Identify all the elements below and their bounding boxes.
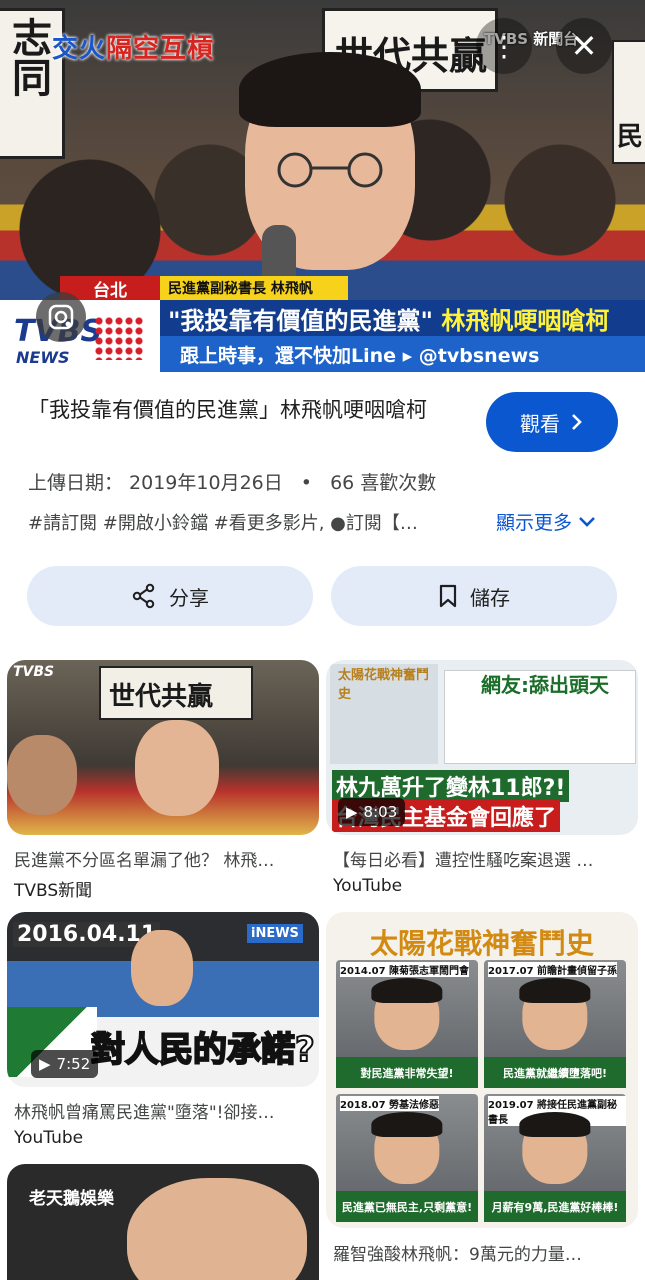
video-player[interactable]: 志同 世代共贏 民 交火隔空互槓 TVBS 新聞台 ⋮ ✕ 台北 民進黨副秘書長… xyxy=(0,0,645,372)
chevron-right-icon xyxy=(572,414,582,430)
protest-sign-right: 民 xyxy=(612,40,645,164)
related-video-title: 民進黨不分區名單漏了他？ 林飛… xyxy=(14,851,275,871)
video-thumbnail[interactable]: 太陽花戰神奮鬥史 2014.07 陳菊張志軍鬧門會 對民進黨非常失望! 2017… xyxy=(326,912,638,1228)
related-video-title: 林飛帆曾痛罵民進黨"墮落"!卻接… xyxy=(14,1103,275,1123)
save-button[interactable]: 儲存 xyxy=(331,566,617,626)
protest-sign: 世代共贏 xyxy=(99,666,253,720)
segment-label: 交火隔空互槓 xyxy=(52,34,215,64)
video-thumbnail[interactable]: 2016.04.11 iNEWS 對人民的承諾? ▶ 7:52 xyxy=(7,912,319,1087)
related-video-card[interactable]: TVBS 世代共贏 民進黨不分區名單漏了他？ 林飛… TVBS新聞 xyxy=(7,660,319,905)
more-options-button[interactable]: ⋮ xyxy=(476,18,532,74)
sign-left-text: 志同 xyxy=(5,17,52,97)
video-title: 「我投靠有價值的民進黨」林飛帆哽咽嗆柯 xyxy=(28,398,427,422)
save-label: 儲存 xyxy=(470,585,510,610)
chevron-down-icon xyxy=(579,516,595,527)
chyron-headline: "我投靠有價值的民進黨" 林飛帆哽咽嗆柯 xyxy=(160,300,645,336)
collage-tile: 2019.07 將接任民進黨副秘書長 月薪有9萬,民進黨好棒棒! xyxy=(484,1094,626,1222)
google-lens-icon[interactable] xyxy=(36,292,86,342)
meta-separator: • xyxy=(300,472,313,494)
video-meta: 上傳日期： 2019年10月26日 • 66 喜歡次數 xyxy=(28,468,436,495)
collage-tile: 2017.07 前瞻計畫偵留子孫 民進黨就繼續墮落吧! xyxy=(484,960,626,1088)
video-description-tags: #請訂閱 #開啟小鈴鐺 #看更多影片, ●訂閱【… xyxy=(28,513,418,534)
bookmark-icon xyxy=(439,584,457,608)
play-icon: ▶ xyxy=(39,1055,51,1073)
related-video-card[interactable]: 老天鵝娛樂 xyxy=(7,1164,319,1280)
related-video-card[interactable]: 太陽花戰神奮鬥史 2014.07 陳菊張志軍鬧門會 對民進黨非常失望! 2017… xyxy=(326,912,638,1280)
tvbs-logo: TVBS xyxy=(13,664,55,680)
close-icon: ✕ xyxy=(570,27,598,65)
play-icon: ▶ xyxy=(346,803,358,821)
close-button[interactable]: ✕ xyxy=(556,18,612,74)
share-button[interactable]: 分享 xyxy=(27,566,313,626)
speaker-face xyxy=(127,1178,307,1280)
related-video-card[interactable]: 2016.04.11 iNEWS 對人民的承諾? ▶ 7:52 林飛帆曾痛罵民進黨… xyxy=(7,912,319,1157)
sign-right-text: 民 xyxy=(617,122,644,152)
collage-label: 太陽花戰神奮鬥史 xyxy=(338,668,430,702)
banner-text: 網友:舔出頭天 xyxy=(481,673,609,697)
upload-date: 上傳日期： 2019年10月26日 xyxy=(28,472,283,494)
video-thumbnail[interactable]: TVBS 世代共贏 xyxy=(7,660,319,835)
facebook-post-graphic: 網友:舔出頭天 xyxy=(444,670,636,764)
show-more-link[interactable]: 顯示更多 xyxy=(496,508,596,535)
related-video-source: TVBS新聞 xyxy=(14,881,93,901)
like-count: 66 喜歡次數 xyxy=(330,472,437,494)
channel-label: iNEWS xyxy=(247,924,303,943)
collage-tile: 2018.07 勞基法修惡 民進黨已無民主,只剩黨意! xyxy=(336,1094,478,1222)
more-vert-icon: ⋮ xyxy=(490,29,518,63)
share-label: 分享 xyxy=(169,585,209,610)
related-video-title: 羅智強酸林飛帆：9萬元的力量… xyxy=(333,1245,582,1265)
speaker-face xyxy=(131,930,193,1006)
related-video-title: 【每日必看】遭控性騷吃案退選 … xyxy=(333,851,594,871)
video-thumbnail[interactable]: 太陽花戰神奮鬥史 網友:舔出頭天 林九萬升了變林11郎?! 台灣民主基金會回應了… xyxy=(326,660,638,835)
related-video-source: YouTube xyxy=(14,1128,84,1148)
caption-text: 對人民的承諾? xyxy=(90,1029,316,1071)
sign-text: 世代共贏 xyxy=(109,682,214,712)
collage-tile: 2014.07 陳菊張志軍鬧門會 對民進黨非常失望! xyxy=(336,960,478,1088)
bystander-face xyxy=(7,735,77,815)
watch-label: 觀看 xyxy=(520,411,560,436)
video-duration: ▶ 8:03 xyxy=(338,798,406,826)
collage-title: 太陽花戰神奮鬥史 xyxy=(370,927,595,960)
show-more-label: 顯示更多 xyxy=(496,512,573,534)
watch-button[interactable]: 觀看 xyxy=(486,392,618,452)
show-logo: 老天鵝娛樂 xyxy=(29,1189,114,1209)
chyron-subline: 跟上時事，還不快加Line ▸ @tvbsnews xyxy=(160,336,645,372)
related-video-card[interactable]: 太陽花戰神奮鬥史 網友:舔出頭天 林九萬升了變林11郎?! 台灣民主基金會回應了… xyxy=(326,660,638,905)
chyron-person: 民進黨副秘書長 林飛帆 xyxy=(160,276,348,300)
collage-panel: 太陽花戰神奮鬥史 xyxy=(330,664,438,764)
news-chyron: 台北 民進黨副秘書長 林飛帆 TVBS NEWS "我投靠有價值的民進黨" 林飛… xyxy=(0,270,645,372)
video-duration: ▶ 7:52 xyxy=(31,1050,99,1078)
related-video-source: YouTube xyxy=(333,876,403,896)
speaker-face xyxy=(135,720,219,816)
video-thumbnail[interactable]: 老天鵝娛樂 xyxy=(7,1164,319,1280)
share-icon xyxy=(132,583,155,609)
